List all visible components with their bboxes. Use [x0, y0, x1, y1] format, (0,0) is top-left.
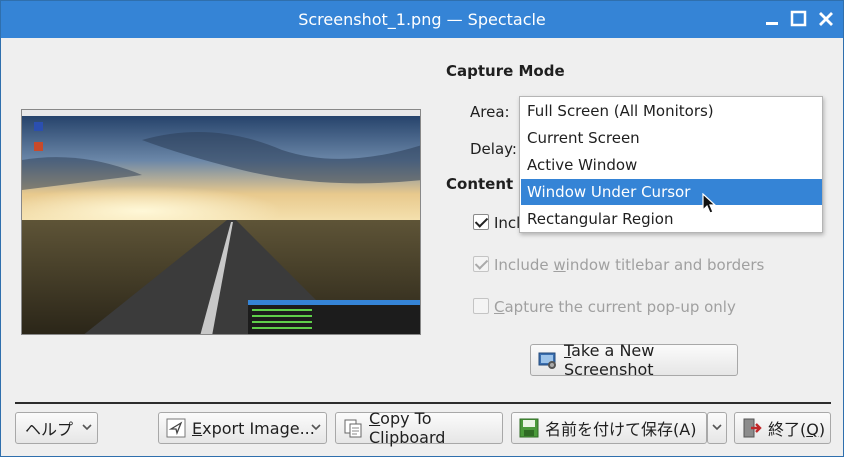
bottom-separator [15, 402, 831, 404]
save-icon [519, 418, 539, 438]
area-option-active-window[interactable]: Active Window [521, 152, 822, 178]
copy-to-clipboard-button[interactable]: Copy To Clipboard [335, 409, 503, 447]
minimize-icon[interactable] [763, 9, 783, 29]
copy-to-clipboard-label: Copy To Clipboard [369, 409, 446, 447]
chevron-down-icon [712, 422, 722, 432]
capture-popup-checkbox[interactable] [473, 298, 489, 314]
chevron-down-icon [82, 422, 92, 432]
spectacle-window: Screenshot_1.png — Spectacle Capture Mod… [0, 0, 844, 457]
close-icon[interactable] [816, 9, 836, 29]
chevron-down-icon [311, 422, 321, 432]
exit-icon [742, 418, 762, 438]
screenshot-preview[interactable] [21, 109, 421, 335]
export-image-label: Export Image... [192, 418, 315, 438]
area-option-rectangular-region[interactable]: Rectangular Region [521, 206, 822, 232]
area-option-current-screen[interactable]: Current Screen [521, 125, 822, 151]
save-as-button[interactable]: 名前を付けて保存(A) [511, 412, 707, 444]
capture-popup-label: Capture the current pop-up only [494, 298, 736, 316]
help-label: ヘルプ [25, 420, 74, 439]
quit-button[interactable]: 終了(Q) [734, 412, 831, 444]
export-image-button[interactable]: Export Image... [158, 412, 327, 444]
save-as-label: 名前を付けて保存(A) [545, 420, 697, 439]
include-titlebar-checkbox[interactable] [473, 256, 489, 272]
send-icon [166, 418, 186, 438]
capture-mode-heading: Capture Mode [446, 62, 565, 80]
take-new-screenshot-label: Take a New Screenshot [564, 341, 655, 379]
area-label: Area: [470, 103, 510, 121]
title-bar[interactable]: Screenshot_1.png — Spectacle [1, 1, 843, 38]
save-options-dropdown[interactable] [707, 412, 727, 444]
area-dropdown-list[interactable]: Full Screen (All Monitors) Current Scree… [519, 96, 823, 233]
take-new-screenshot-button[interactable]: Take a New Screenshot [530, 341, 738, 379]
include-pointer-label: Incl [494, 214, 521, 232]
maximize-icon[interactable] [789, 9, 809, 29]
copy-icon [343, 418, 363, 438]
include-titlebar-label: Include window titlebar and borders [494, 256, 765, 274]
area-option-full-screen[interactable]: Full Screen (All Monitors) [521, 98, 822, 124]
window-title: Screenshot_1.png — Spectacle [298, 10, 546, 29]
mouse-pointer-icon [702, 193, 718, 215]
area-option-window-under-cursor[interactable]: Window Under Cursor [521, 179, 822, 205]
help-button[interactable]: ヘルプ [15, 412, 98, 444]
quit-label: 終了(Q) [768, 420, 826, 439]
delay-label: Delay: [470, 140, 517, 158]
include-pointer-checkbox[interactable] [473, 214, 489, 230]
camera-icon [538, 350, 558, 370]
